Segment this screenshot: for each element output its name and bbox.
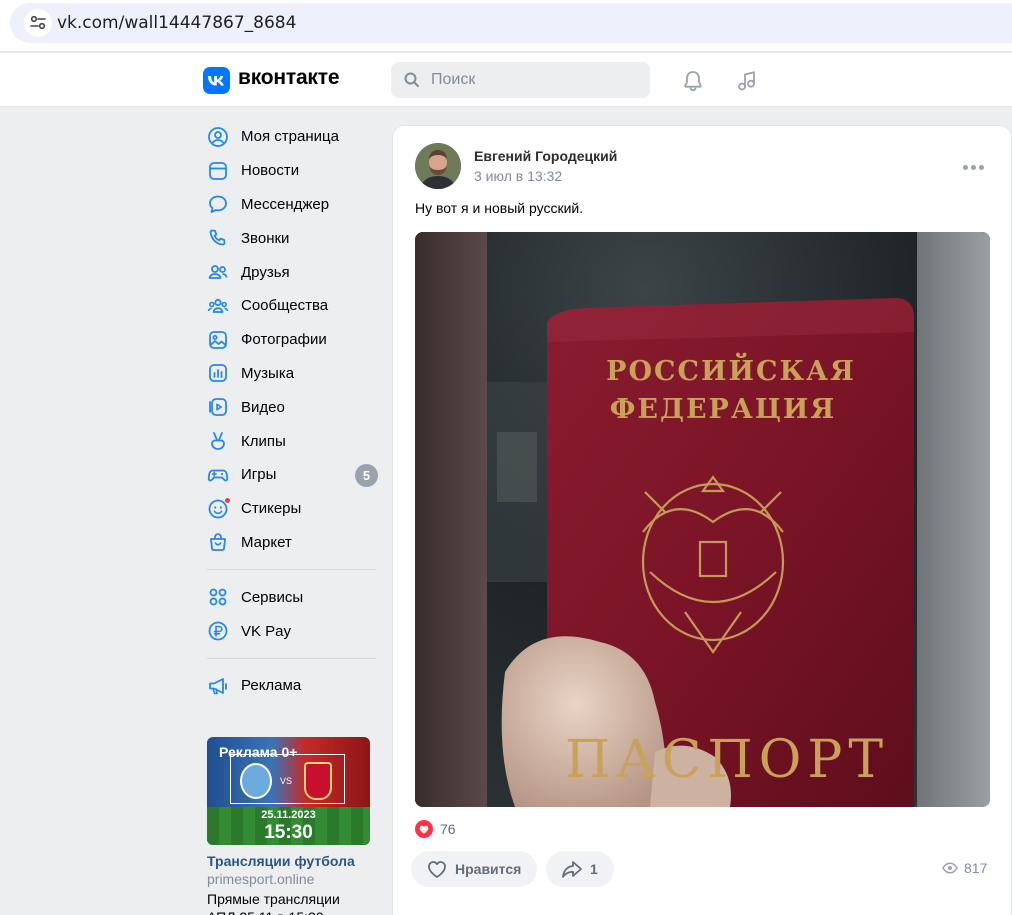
market-icon	[207, 531, 229, 553]
megaphone-icon	[207, 675, 229, 697]
sidebar-item-label: Маркет	[241, 533, 292, 551]
sidebar-item-calls[interactable]: Звонки	[200, 221, 380, 255]
ad-domain[interactable]: primesport.online	[207, 871, 372, 887]
sidebar-item-label: Клипы	[241, 432, 286, 450]
communities-icon	[207, 295, 229, 317]
ad-vs-label: VS	[280, 776, 293, 786]
manchester-city-logo-icon	[240, 763, 272, 799]
ad-date: 25.11.2023	[261, 809, 316, 821]
notification-dot	[224, 496, 231, 504]
sidebar-item-label: Мессенджер	[241, 195, 330, 213]
sidebar-item-label: Сервисы	[241, 588, 304, 606]
post-text: Ну вот я и новый русский.	[415, 200, 584, 216]
sidebar-item-label: Игры	[241, 466, 277, 484]
vk-logo-icon[interactable]	[203, 67, 230, 94]
liverpool-logo-icon	[304, 762, 332, 800]
ad-time: 15:30	[264, 822, 313, 843]
music-note-icon[interactable]	[734, 68, 760, 94]
clips-icon	[207, 430, 229, 452]
passport-text-line3: ПАСПОРТ	[565, 730, 889, 790]
sidebar-item-messenger[interactable]: Мессенджер	[200, 188, 380, 222]
sidebar-item-photos[interactable]: Фотографии	[200, 323, 380, 357]
ad-image[interactable]: VS Реклама 0+ 25.11.2023 15:30	[207, 737, 370, 845]
message-icon	[207, 193, 229, 215]
like-button[interactable]: Нравится	[411, 851, 538, 887]
stickers-icon	[207, 496, 231, 520]
search-icon	[403, 71, 421, 94]
likes-count: 76	[440, 821, 456, 837]
sidebar-item-clips[interactable]: Клипы	[200, 424, 380, 458]
browser-address-bar: vk.com/wall14447867_8684	[0, 0, 1012, 52]
sidebar-item-market[interactable]: Маркет	[200, 526, 380, 560]
post-photo[interactable]: РОССИЙСКАЯ ФЕДЕРАЦИЯ ПАСПОРТ	[415, 232, 990, 807]
search-input[interactable]	[431, 62, 641, 98]
bell-icon[interactable]	[680, 68, 706, 94]
views-counter: 817	[942, 860, 987, 876]
ad-badge: Реклама 0+	[219, 744, 298, 760]
share-icon	[562, 861, 582, 878]
heart-icon	[428, 861, 446, 878]
ad-block[interactable]: VS Реклама 0+ 25.11.2023 15:30 Трансляци…	[207, 737, 372, 915]
more-options-icon[interactable]	[963, 162, 987, 172]
sidebar-item-label: Фотографии	[241, 331, 327, 349]
sidebar-item-label: Сообщества	[241, 297, 329, 315]
url-field[interactable]: vk.com/wall14447867_8684	[10, 3, 1012, 43]
site-info-icon[interactable]	[24, 9, 52, 37]
post-card: Евгений Городецкий 3 июл в 13:32 Ну вот …	[392, 125, 1012, 915]
passport-photo: РОССИЙСКАЯ ФЕДЕРАЦИЯ ПАСПОРТ	[415, 232, 990, 807]
share-button[interactable]: 1	[546, 851, 614, 887]
sidebar-item-label: Музыка	[241, 364, 295, 382]
ad-title[interactable]: Трансляции футбола	[207, 853, 372, 869]
sidebar-item-news[interactable]: Новости	[200, 154, 380, 188]
photo-icon	[207, 329, 229, 351]
vk-header: вконтакте	[0, 53, 1012, 107]
sidebar-item-label: Друзья	[241, 263, 290, 281]
sidebar-item-my-page[interactable]: Моя страница	[200, 120, 380, 154]
games-count-badge: 5	[355, 463, 378, 487]
friends-icon	[207, 261, 229, 283]
sidebar-item-label: VK Pay	[241, 622, 292, 640]
likes-summary[interactable]: 76	[415, 820, 456, 838]
sidebar-item-communities[interactable]: Сообщества	[200, 289, 380, 323]
nav-divider	[207, 657, 376, 659]
sidebar-item-stickers[interactable]: Стикеры	[200, 492, 380, 526]
vkpay-icon	[207, 620, 229, 642]
sidebar-item-label: Видео	[241, 398, 285, 416]
sidebar-item-ads[interactable]: Реклама	[200, 669, 380, 703]
sidebar-item-friends[interactable]: Друзья	[200, 255, 380, 289]
passport-text-line2: ФЕДЕРАЦИЯ	[610, 394, 837, 425]
search-box[interactable]	[391, 62, 650, 98]
sidebar-item-video[interactable]: Видео	[200, 390, 380, 424]
passport-text-line1: РОССИЙСКАЯ	[606, 352, 856, 387]
news-icon	[207, 160, 229, 182]
sidebar-item-services[interactable]: Сервисы	[200, 580, 380, 614]
sidebar-item-label: Новости	[241, 162, 300, 180]
video-icon	[207, 396, 229, 418]
music-icon	[207, 362, 229, 384]
ad-description: Прямые трансляции АПЛ 25.11 в 15:30	[207, 891, 340, 915]
games-icon	[207, 464, 229, 486]
post-date[interactable]: 3 июл в 13:32	[474, 168, 562, 184]
left-nav: Моя страница Новости Мессенджер Звонки Д…	[200, 120, 380, 703]
sidebar-item-label: Моя страница	[241, 128, 339, 146]
user-circle-icon	[207, 126, 229, 148]
vk-logo-text[interactable]: вконтакте	[238, 66, 339, 90]
share-count: 1	[590, 861, 598, 877]
eye-icon	[942, 862, 958, 874]
avatar[interactable]	[415, 143, 461, 189]
like-label: Нравится	[455, 861, 522, 877]
services-icon	[207, 586, 229, 608]
sidebar-item-vkpay[interactable]: VK Pay	[200, 614, 380, 648]
sidebar-item-music[interactable]: Музыка	[200, 357, 380, 391]
post-author[interactable]: Евгений Городецкий	[474, 148, 617, 164]
sidebar-item-label: Реклама	[241, 677, 302, 695]
sidebar-item-label: Стикеры	[241, 500, 302, 518]
phone-icon	[207, 227, 229, 249]
sidebar-item-games[interactable]: Игры 5	[200, 458, 380, 492]
sidebar-item-label: Звонки	[241, 229, 290, 247]
views-count: 817	[964, 860, 988, 876]
nav-divider	[207, 569, 376, 571]
url-text[interactable]: vk.com/wall14447867_8684	[57, 13, 296, 33]
heart-filled-icon	[415, 820, 433, 838]
